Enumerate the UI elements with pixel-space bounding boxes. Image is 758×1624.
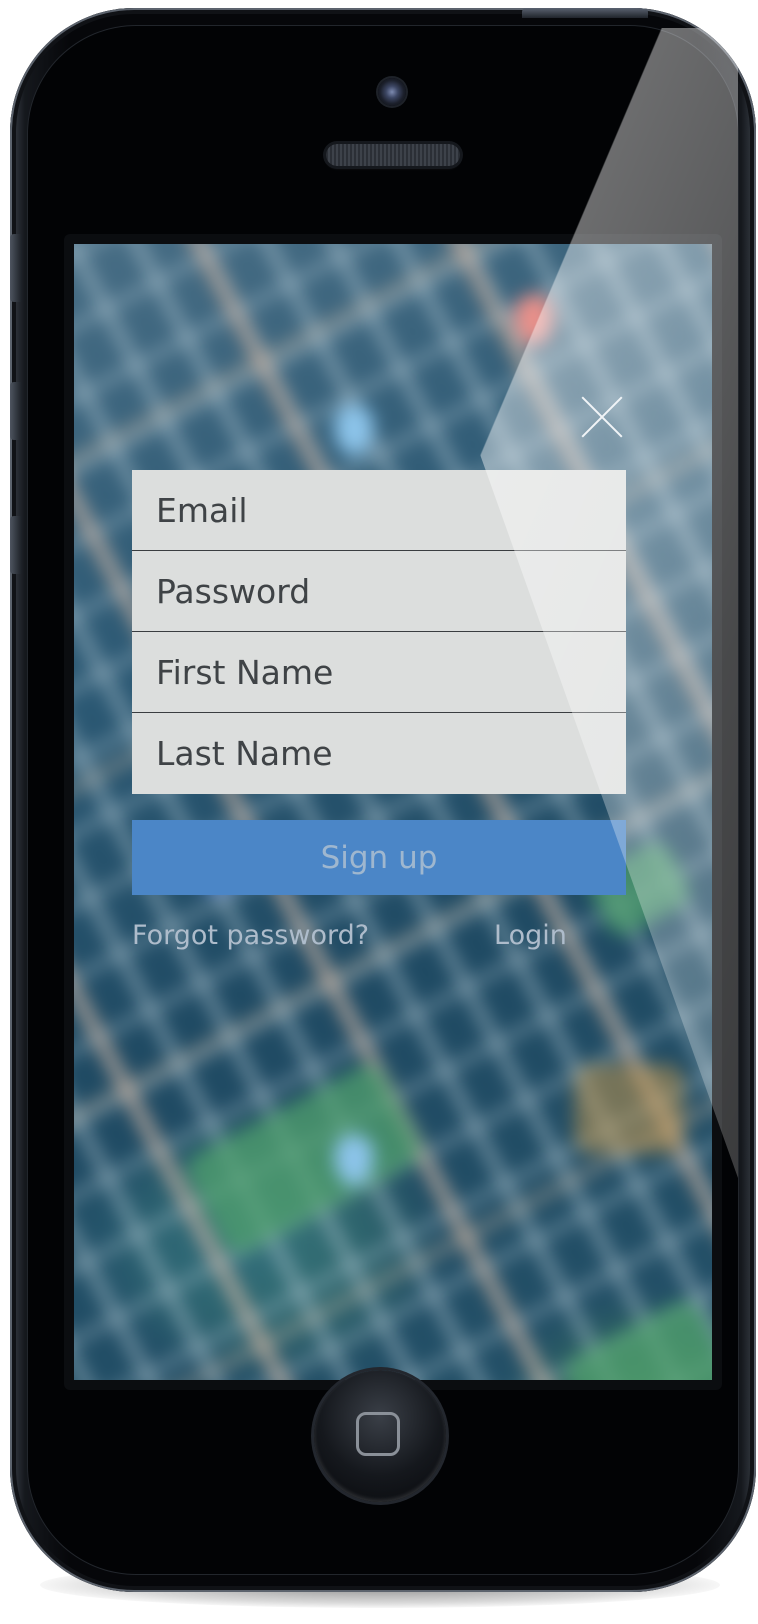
- email-field[interactable]: [132, 470, 626, 551]
- forgot-password-link[interactable]: Forgot password?: [132, 920, 369, 951]
- phone-frame: Sign up Forgot password? Login: [10, 8, 756, 1592]
- signup-form: [132, 470, 626, 794]
- first-name-field[interactable]: [132, 632, 626, 713]
- login-link[interactable]: Login: [494, 920, 567, 951]
- signup-button[interactable]: Sign up: [132, 820, 626, 895]
- power-button: [522, 8, 648, 18]
- password-field[interactable]: [132, 551, 626, 632]
- page: Sign up Forgot password? Login: [0, 0, 758, 1624]
- mute-switch: [10, 234, 22, 302]
- map-block: [574, 1064, 684, 1154]
- home-button-icon: [356, 1412, 400, 1456]
- auth-links: Forgot password? Login: [132, 920, 626, 964]
- volume-up-button: [10, 382, 22, 440]
- earpiece-speaker: [326, 144, 460, 166]
- volume-down-button: [10, 516, 22, 574]
- close-icon[interactable]: [580, 396, 624, 440]
- front-camera-icon: [378, 78, 406, 106]
- home-button[interactable]: [314, 1370, 446, 1502]
- app-screen: Sign up Forgot password? Login: [74, 244, 712, 1380]
- last-name-field[interactable]: [132, 713, 626, 794]
